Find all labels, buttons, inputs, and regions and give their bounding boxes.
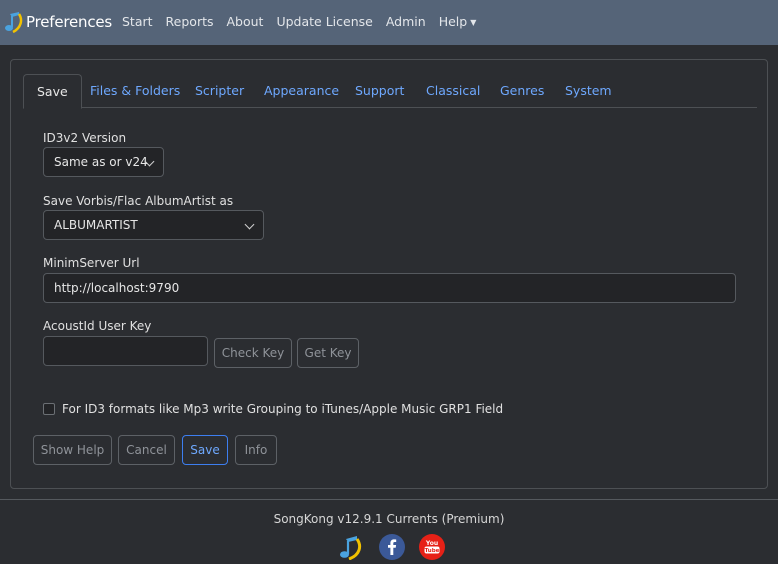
tab-support[interactable]: Support — [355, 74, 404, 108]
acoustid-key-label: AcoustId User Key — [43, 319, 152, 333]
tab-appearance[interactable]: Appearance — [264, 74, 339, 108]
tab-files-folders[interactable]: Files & Folders — [90, 74, 180, 108]
minimserver-url-value: http://localhost:9790 — [54, 281, 180, 295]
grouping-checkbox-label: For ID3 formats like Mp3 write Grouping … — [62, 402, 504, 416]
vorbis-albumartist-value: ALBUMARTIST — [54, 218, 138, 232]
minimserver-url-label: MinimServer Url — [43, 256, 140, 270]
check-key-button[interactable]: Check Key — [214, 338, 292, 368]
footer-version: SongKong v12.9.1 Currents (Premium) — [273, 512, 505, 526]
save-button[interactable]: Save — [182, 435, 228, 465]
acoustid-key-input[interactable] — [43, 336, 208, 366]
youtube-icon[interactable]: You Tube — [419, 534, 445, 560]
tab-system[interactable]: System — [565, 74, 612, 108]
facebook-icon[interactable] — [379, 534, 405, 560]
tab-bar: Save Files & Folders Scripter Appearance… — [23, 74, 757, 109]
brand-title: Preferences — [26, 13, 113, 31]
nav-start[interactable]: Start — [122, 14, 153, 29]
svg-text:You: You — [425, 540, 438, 547]
vorbis-albumartist-label: Save Vorbis/Flac AlbumArtist as — [43, 194, 234, 208]
caret-down-icon: ▼ — [470, 18, 477, 27]
nav-admin[interactable]: Admin — [386, 14, 426, 29]
songkong-logo-icon[interactable] — [338, 534, 364, 560]
tab-scripter[interactable]: Scripter — [195, 74, 244, 108]
nav-reports[interactable]: Reports — [166, 14, 214, 29]
tab-save[interactable]: Save — [23, 74, 82, 109]
grouping-checkbox[interactable] — [43, 403, 55, 415]
chevron-down-icon — [244, 219, 255, 230]
id3-version-select[interactable]: Same as or v24 — [43, 147, 164, 177]
nav-help-label: Help — [438, 14, 468, 29]
cancel-button[interactable]: Cancel — [118, 435, 175, 465]
songkong-logo-icon — [5, 12, 23, 33]
vorbis-albumartist-select[interactable]: ALBUMARTIST — [43, 210, 264, 240]
tab-classical[interactable]: Classical — [426, 74, 480, 108]
tab-genres[interactable]: Genres — [500, 74, 544, 108]
svg-text:Tube: Tube — [425, 548, 440, 554]
nav-menu: Start Reports About Update License Admin… — [122, 14, 489, 29]
show-help-button[interactable]: Show Help — [33, 435, 112, 465]
info-button[interactable]: Info — [235, 435, 277, 465]
preferences-card: Save Files & Folders Scripter Appearance… — [10, 59, 768, 489]
nav-update-license[interactable]: Update License — [276, 14, 372, 29]
brand[interactable]: Preferences — [4, 10, 112, 34]
nav-help[interactable]: Help ▼ — [439, 14, 477, 29]
id3-version-label: ID3v2 Version — [43, 131, 127, 145]
id3-version-value: Same as or v24 — [54, 155, 148, 169]
minimserver-url-input[interactable]: http://localhost:9790 — [43, 273, 736, 303]
footer-divider — [0, 499, 778, 500]
navbar: Preferences Start Reports About Update L… — [0, 0, 778, 45]
nav-about[interactable]: About — [227, 14, 264, 29]
get-key-button[interactable]: Get Key — [297, 338, 359, 368]
